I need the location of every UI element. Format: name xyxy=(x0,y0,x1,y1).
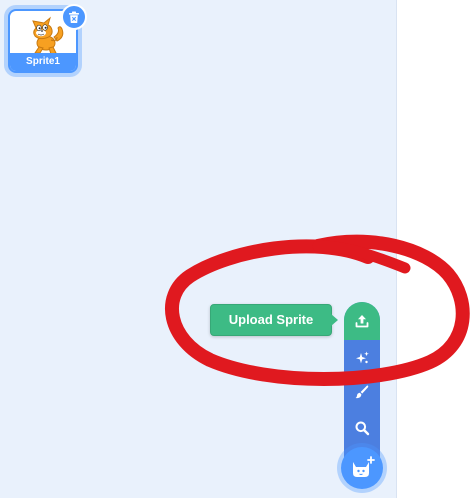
sprite-menu xyxy=(344,302,380,462)
cat-plus-icon xyxy=(353,456,375,477)
upload-sprite-tooltip: Upload Sprite xyxy=(210,304,332,336)
upload-icon xyxy=(355,315,369,328)
delete-sprite-button[interactable] xyxy=(61,4,87,30)
sparkle-icon xyxy=(356,351,369,364)
scratch-cat-icon xyxy=(32,16,64,55)
paintbrush-icon xyxy=(355,385,369,399)
search-icon xyxy=(355,421,370,436)
trash-icon xyxy=(69,11,79,23)
sprite-pane: Sprite1 Upload Sprite xyxy=(0,0,397,498)
sprite-name: Sprite1 xyxy=(10,53,76,71)
upload-sprite-button[interactable] xyxy=(344,302,380,340)
search-sprite-button[interactable] xyxy=(344,410,380,446)
choose-sprite-button[interactable] xyxy=(341,447,383,489)
paint-sprite-button[interactable] xyxy=(344,374,380,410)
surprise-sprite-button[interactable] xyxy=(344,340,380,376)
tooltip-arrow xyxy=(331,314,338,326)
